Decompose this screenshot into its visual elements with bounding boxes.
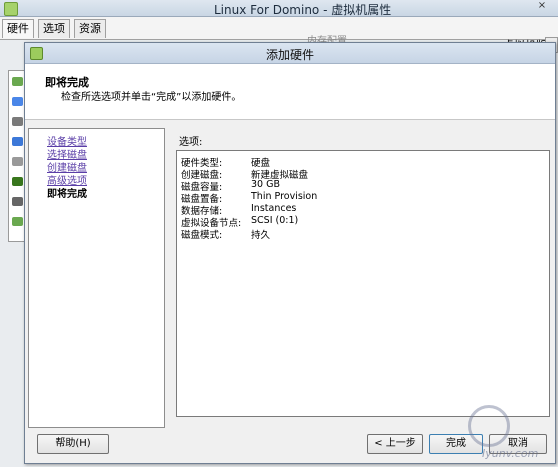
close-icon[interactable]: × bbox=[528, 0, 556, 14]
hardware-icon bbox=[12, 197, 23, 206]
site-watermark: Iyunv.com bbox=[452, 405, 556, 465]
option-value: SCSI (0:1) bbox=[251, 215, 299, 226]
background-window-title: Linux For Domino - 虚拟机属性 bbox=[214, 3, 392, 17]
dialog-header: 即将完成 检查所选选项并单击“完成”以添加硬件。 bbox=[25, 64, 555, 120]
options-label: 选项: bbox=[179, 137, 203, 148]
hardware-icon bbox=[12, 97, 23, 106]
add-hardware-dialog: 添加硬件 即将完成 检查所选选项并单击“完成”以添加硬件。 设备类型 选择磁盘 … bbox=[24, 42, 556, 464]
hardware-icon bbox=[12, 217, 23, 226]
app-icon bbox=[4, 2, 18, 16]
hardware-icon bbox=[12, 137, 23, 146]
hardware-icon bbox=[12, 157, 23, 166]
nav-item-ready-to-complete: 即将完成 bbox=[47, 189, 87, 200]
dialog-title: 添加硬件 bbox=[265, 48, 314, 62]
options-summary-box: 硬件类型: 硬盘 创建磁盘: 新建虚拟磁盘 磁盘容量: 30 GB 磁盘置备: … bbox=[176, 150, 550, 417]
back-button[interactable]: < 上一步 bbox=[367, 434, 423, 454]
hardware-icon bbox=[12, 177, 23, 186]
tab-hardware[interactable]: 硬件 bbox=[2, 19, 34, 38]
watermark-logo-icon bbox=[468, 405, 510, 447]
option-value: Thin Provision bbox=[251, 191, 318, 202]
option-key: 磁盘模式: bbox=[181, 230, 223, 241]
option-value: 30 GB bbox=[251, 179, 280, 190]
tab-options[interactable]: 选项 bbox=[38, 19, 70, 38]
watermark-text: Iyunv.com bbox=[482, 447, 539, 460]
background-tab-bar: 硬件 选项 资源 虚拟机版本 ▲ bbox=[0, 17, 558, 53]
help-button[interactable]: 帮助(H) bbox=[37, 434, 109, 454]
option-value: Instances bbox=[251, 203, 297, 214]
wizard-steps-nav: 设备类型 选择磁盘 创建磁盘 高级选项 即将完成 bbox=[28, 128, 165, 428]
step-description: 检查所选选项并单击“完成”以添加硬件。 bbox=[61, 92, 242, 103]
tab-resources[interactable]: 资源 bbox=[74, 19, 106, 38]
dialog-titlebar: 添加硬件 bbox=[25, 43, 555, 64]
background-titlebar: Linux For Domino - 虚拟机属性 × bbox=[0, 0, 558, 17]
hardware-icon bbox=[12, 117, 23, 126]
hardware-icon bbox=[12, 77, 23, 86]
option-value: 持久 bbox=[251, 230, 271, 241]
